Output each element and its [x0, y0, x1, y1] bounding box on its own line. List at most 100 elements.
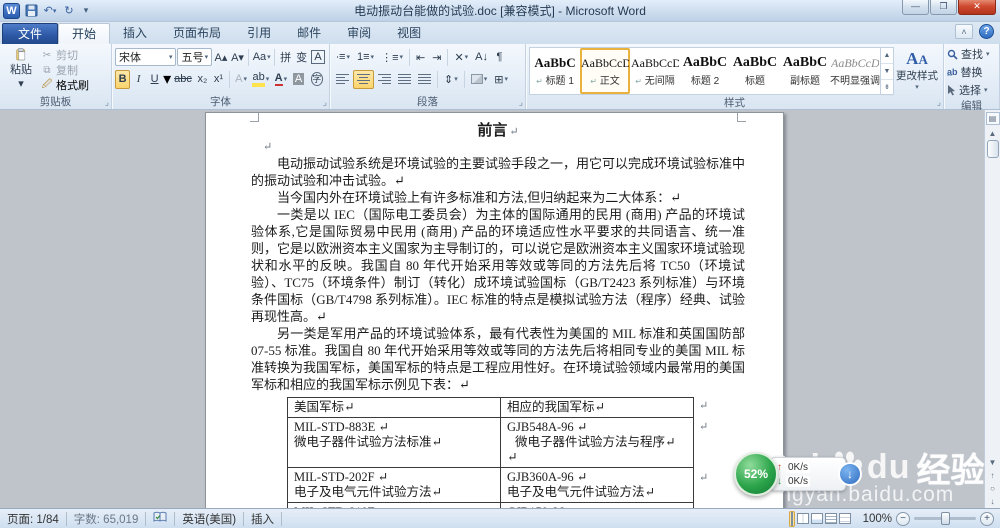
styles-dialog-launcher-icon[interactable]: ⌟ — [937, 98, 941, 107]
spellcheck-button[interactable] — [146, 511, 174, 526]
grow-font-button[interactable]: A▴ — [213, 48, 229, 67]
character-style-button[interactable]: 变 — [294, 48, 309, 67]
draft-view-button[interactable] — [838, 513, 851, 524]
zoom-out-button[interactable]: − — [896, 511, 910, 526]
style-heading1[interactable]: AaBbC ↵ 标题 1 — [530, 48, 580, 94]
paragraph-dialog-launcher-icon[interactable]: ⌟ — [519, 98, 523, 107]
fullscreen-reading-view-button[interactable] — [796, 513, 809, 524]
underline-dropdown-icon[interactable]: ▾ — [163, 69, 171, 89]
scroll-up-icon[interactable]: ▲ — [986, 127, 1000, 140]
replace-button[interactable]: a̲b 替换 — [947, 64, 996, 80]
browse-object-icon[interactable]: ○ — [986, 482, 1000, 495]
outline-view-button[interactable] — [824, 513, 837, 524]
clipboard-dialog-launcher-icon[interactable]: ⌟ — [105, 98, 109, 107]
web-layout-view-button[interactable] — [810, 513, 823, 524]
highlight-button[interactable]: ab ▾ — [250, 70, 271, 89]
align-right-button[interactable] — [375, 70, 394, 89]
zoom-level[interactable]: 100% — [863, 513, 892, 525]
style-normal[interactable]: AaBbCcD ↵ 正文 — [580, 48, 630, 94]
show-marks-button[interactable]: ¶ — [492, 48, 507, 67]
bold-button[interactable]: B — [115, 69, 131, 89]
zoom-slider[interactable] — [914, 512, 976, 525]
distribute-button[interactable] — [415, 70, 434, 89]
align-center-button[interactable] — [353, 69, 374, 89]
close-button[interactable]: ✕ — [958, 0, 996, 15]
insert-mode-indicator[interactable]: 插入 — [244, 511, 281, 527]
decrease-indent-button[interactable]: ⇤ — [413, 48, 428, 67]
tab-file[interactable]: 文件 — [2, 23, 59, 44]
justify-button[interactable] — [395, 70, 414, 89]
shading-button[interactable]: ▾ — [468, 70, 491, 89]
copy-button[interactable]: ⧉ 复制 — [39, 63, 91, 78]
next-page-icon[interactable]: ↓ — [986, 495, 1000, 508]
tab-review[interactable]: 审阅 — [334, 23, 384, 44]
numbering-button[interactable]: 1≡ ▾ — [354, 48, 377, 67]
styles-scroll-down-icon[interactable]: ▼ — [881, 64, 893, 80]
document-canvas[interactable]: 前言 ↵ ↵ 电动振动试验系统是环境试验的主要试验手段之一，用它可以完成环境试验标… — [0, 110, 1000, 508]
format-painter-button[interactable]: 🖉 格式刷 — [39, 78, 91, 93]
change-case-button[interactable]: Aa ▾ — [252, 48, 271, 67]
document-page[interactable]: 前言 ↵ ↵ 电动振动试验系统是环境试验的主要试验手段之一，用它可以完成环境试验标… — [205, 112, 784, 508]
style-no-spacing[interactable]: AaBbCcD ↵ 无间隔 — [630, 48, 680, 94]
line-spacing-button[interactable]: ⇕ ▾ — [441, 70, 461, 89]
scroll-down-icon[interactable]: ▼ — [986, 456, 1000, 469]
memory-ball[interactable]: 52% — [734, 452, 778, 496]
redo-button[interactable]: ↻ — [61, 3, 77, 19]
customize-qat-button[interactable]: ▾ — [80, 3, 92, 19]
style-subtle-emphasis[interactable]: AaBbCcD 不明显强调 — [830, 48, 880, 94]
font-family-combobox[interactable]: 宋体 ▾ — [115, 48, 177, 66]
find-button[interactable]: 查找 ▾ — [947, 46, 996, 62]
word-app-icon[interactable]: W — [3, 2, 20, 19]
tab-view[interactable]: 视图 — [384, 23, 434, 44]
strikethrough-button[interactable]: abc — [172, 70, 194, 89]
vertical-scrollbar[interactable]: ▤ ▲ ▼ ↑ ○ ↓ — [984, 110, 1000, 508]
undo-button[interactable]: ↶ ▾ — [42, 3, 58, 19]
style-subtitle[interactable]: AaBbC 副标题 — [780, 48, 830, 94]
underline-button[interactable]: U — [147, 70, 162, 89]
language-indicator[interactable]: 英语(美国) — [175, 511, 243, 527]
tab-page-layout[interactable]: 页面布局 — [160, 23, 234, 44]
save-button[interactable] — [23, 3, 39, 19]
previous-page-icon[interactable]: ↑ — [986, 469, 1000, 482]
minimize-ribbon-icon[interactable]: ˄ — [955, 24, 973, 39]
tab-mailings[interactable]: 邮件 — [284, 23, 334, 44]
minimize-button[interactable]: — — [902, 0, 929, 15]
paste-dropdown-icon[interactable]: ▾ — [18, 77, 24, 90]
boost-button[interactable]: ↓ — [838, 462, 862, 486]
align-left-button[interactable] — [333, 70, 352, 89]
subscript-button[interactable]: x₂ — [195, 70, 210, 89]
tab-home[interactable]: 开始 — [58, 23, 111, 44]
phonetic-guide-button[interactable]: 拼 — [278, 48, 293, 67]
character-shading-button[interactable]: A — [290, 70, 306, 89]
word-count[interactable]: 字数: 65,019 — [67, 511, 146, 527]
character-border-button[interactable]: A — [310, 48, 326, 67]
multilevel-list-button[interactable]: ⋮≡ ▾ — [378, 48, 406, 67]
italic-button[interactable]: I — [131, 70, 146, 89]
help-icon[interactable]: ? — [979, 24, 994, 39]
change-styles-button[interactable]: AA 更改样式 ▾ — [894, 46, 940, 95]
borders-button[interactable]: ⊞ ▾ — [491, 70, 511, 89]
shrink-font-button[interactable]: A▾ — [230, 48, 246, 67]
style-title[interactable]: AaBbC 标题 — [730, 48, 780, 94]
styles-scroll-up-icon[interactable]: ▲ — [881, 48, 893, 64]
zoom-slider-thumb[interactable] — [941, 512, 950, 525]
style-heading2[interactable]: AaBbC 标题 2 — [680, 48, 730, 94]
maximize-button[interactable]: ❐ — [930, 0, 957, 15]
styles-more-icon[interactable]: ⇟ — [881, 80, 893, 96]
zoom-in-button[interactable]: + — [980, 511, 994, 526]
font-dialog-launcher-icon[interactable]: ⌟ — [323, 98, 327, 107]
ruler-toggle-icon[interactable]: ▤ — [985, 112, 1000, 125]
bullets-button[interactable]: ∙≡ ▾ — [333, 48, 353, 67]
enclose-character-button[interactable]: 字 — [308, 70, 326, 89]
font-color-button[interactable]: A ▾ — [272, 70, 289, 89]
text-effects-button[interactable]: A ▾ — [233, 70, 250, 89]
tab-insert[interactable]: 插入 — [110, 23, 160, 44]
superscript-button[interactable]: x¹ — [211, 70, 226, 89]
select-button[interactable]: 选择 ▾ — [947, 82, 996, 98]
sort-button[interactable]: A↓ — [472, 48, 491, 67]
font-size-combobox[interactable]: 五号 ▾ — [177, 48, 213, 66]
tab-references[interactable]: 引用 — [234, 23, 284, 44]
cut-button[interactable]: ✂ 剪切 — [39, 48, 91, 63]
scrollbar-thumb[interactable] — [986, 140, 999, 158]
increase-indent-button[interactable]: ⇥ — [429, 48, 444, 67]
